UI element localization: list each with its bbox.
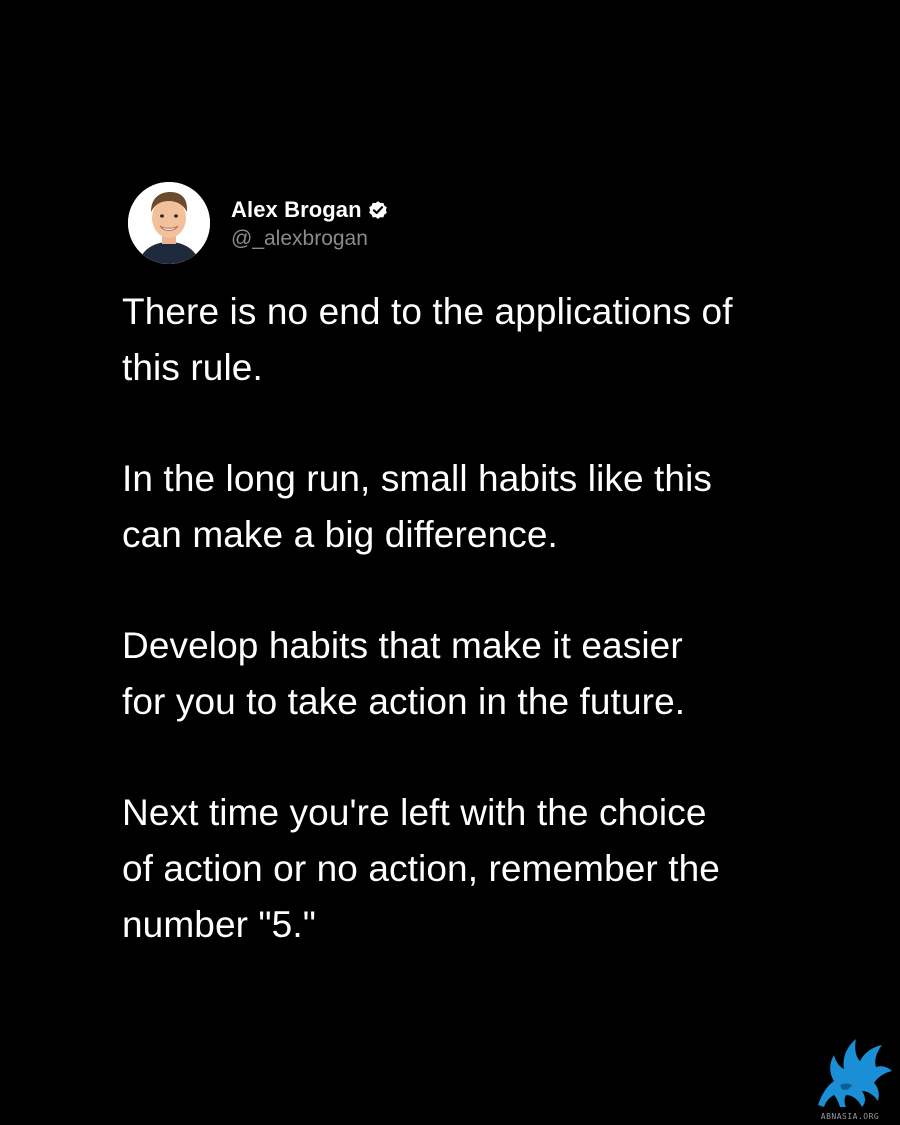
person-avatar-icon xyxy=(128,182,210,264)
text-line: There is no end to the applications of xyxy=(122,291,733,332)
tweet-paragraph-3: Develop habits that make it easier for y… xyxy=(122,618,822,730)
tweet-header: Alex Brogan @_alexbrogan xyxy=(128,182,389,264)
tweet-paragraph-4: Next time you're left with the choice of… xyxy=(122,785,822,953)
text-line: can make a big difference. xyxy=(122,514,558,555)
verified-badge-icon xyxy=(367,199,389,221)
tweet-card: Alex Brogan @_alexbrogan There is no end… xyxy=(0,0,900,1125)
text-line: Develop habits that make it easier xyxy=(122,625,683,666)
watermark: ABNASIA.ORG xyxy=(804,1035,896,1121)
text-line: of action or no action, remember the xyxy=(122,848,720,889)
author-display-name[interactable]: Alex Brogan xyxy=(231,197,362,223)
text-line: for you to take action in the future. xyxy=(122,681,686,722)
griffin-logo-icon xyxy=(818,1039,892,1107)
text-line: In the long run, small habits like this xyxy=(122,458,713,499)
tweet-text: There is no end to the applications of t… xyxy=(122,284,822,1008)
tweet-paragraph-2: In the long run, small habits like this … xyxy=(122,451,822,563)
text-line: this rule. xyxy=(122,347,263,388)
name-row: Alex Brogan xyxy=(231,195,389,225)
author-info: Alex Brogan @_alexbrogan xyxy=(231,195,389,251)
author-handle[interactable]: @_alexbrogan xyxy=(231,227,389,251)
text-line: number "5." xyxy=(122,904,316,945)
text-line: Next time you're left with the choice xyxy=(122,792,707,833)
avatar[interactable] xyxy=(128,182,210,264)
watermark-text: ABNASIA.ORG xyxy=(820,1112,880,1121)
tweet-paragraph-1: There is no end to the applications of t… xyxy=(122,284,822,396)
